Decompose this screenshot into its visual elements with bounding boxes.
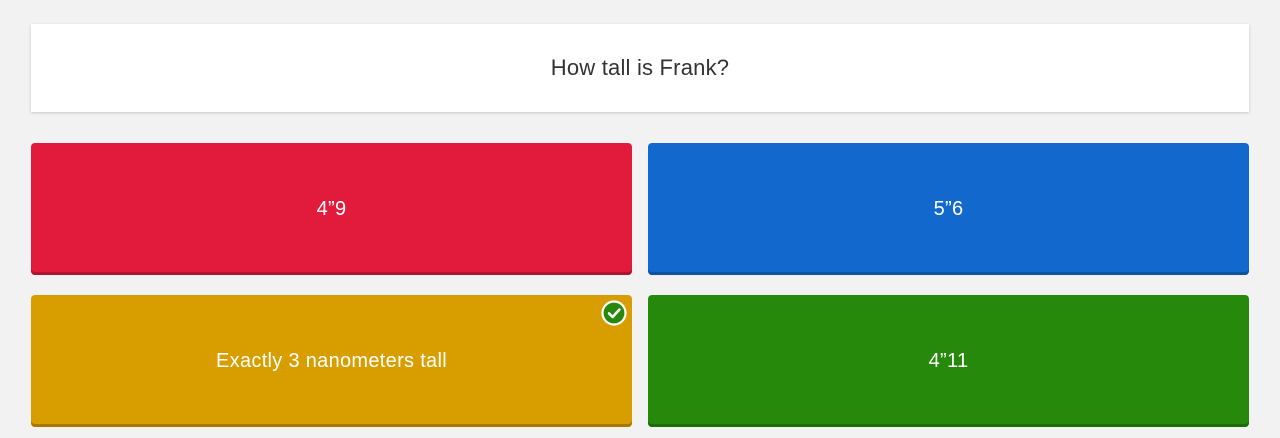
answer-option-3[interactable]: Exactly 3 nanometers tall — [31, 295, 632, 427]
check-circle-icon — [601, 300, 627, 326]
answer-option-1[interactable]: 4”9 — [31, 143, 632, 275]
answer-label: 4”11 — [928, 349, 969, 372]
answer-option-4[interactable]: 4”11 — [648, 295, 1249, 427]
answer-label: 5”6 — [933, 197, 964, 220]
answer-label: Exactly 3 nanometers tall — [216, 349, 447, 372]
answer-option-2[interactable]: 5”6 — [648, 143, 1249, 275]
answer-label: 4”9 — [316, 197, 347, 220]
question-text: How tall is Frank? — [550, 55, 730, 80]
question-card: How tall is Frank? — [31, 24, 1249, 112]
